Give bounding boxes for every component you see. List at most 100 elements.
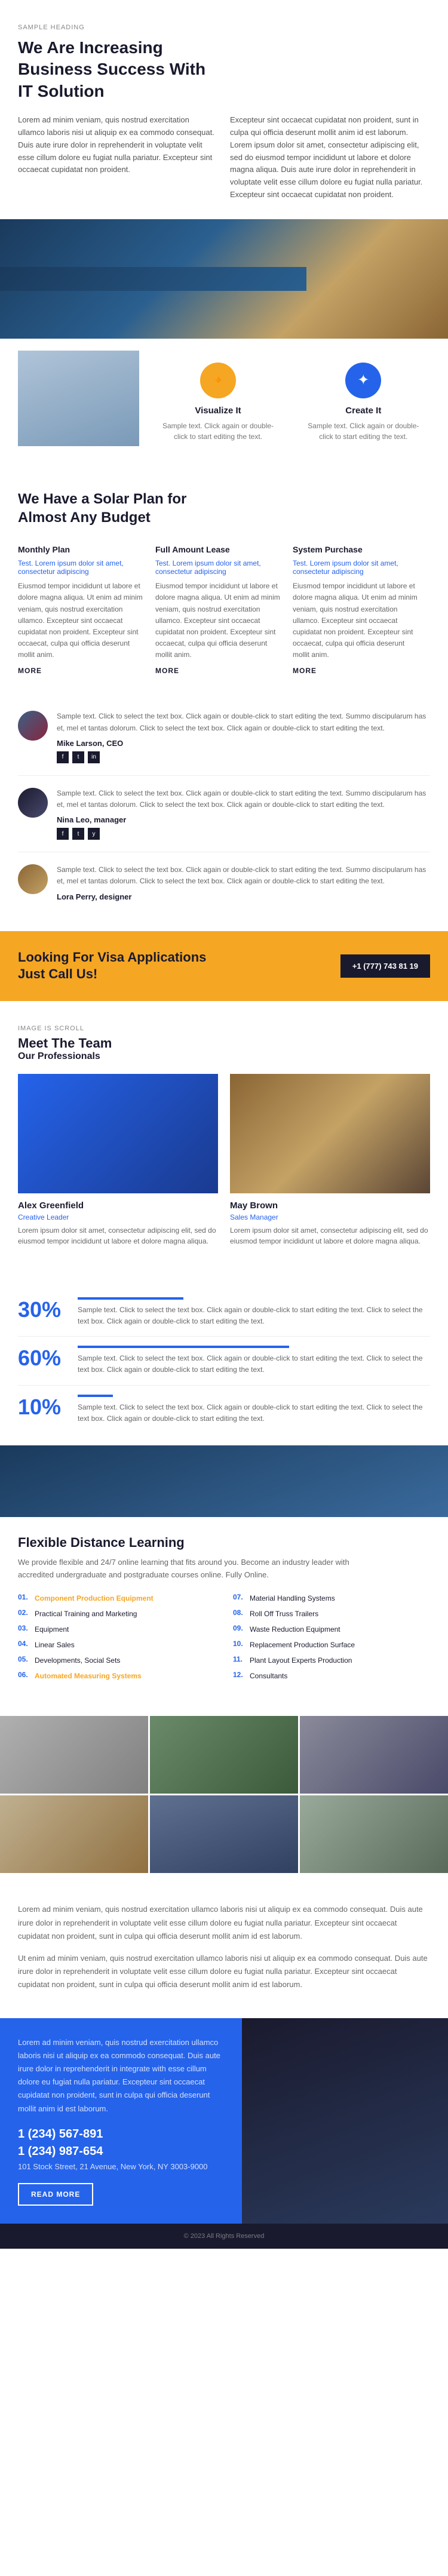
youtube-icon[interactable]: y: [88, 828, 100, 840]
course-label: Developments, Social Sets: [35, 1655, 120, 1666]
course-label: Waste Reduction Equipment: [250, 1624, 340, 1635]
distance-section: Flexible Distance Learning We provide fl…: [0, 1445, 448, 1705]
testimonial-2-author: Nina Leo, manager: [57, 815, 430, 824]
course-item: 05. Developments, Social Sets: [18, 1655, 215, 1666]
distance-intro: We provide flexible and 24/7 online lear…: [18, 1556, 376, 1582]
course-label: Material Handling Systems: [250, 1593, 335, 1604]
feature-card-visualize: 🔸 Visualize It Sample text. Click again …: [151, 351, 284, 454]
team-member-name-may: May Brown: [230, 1201, 430, 1211]
course-num: 02.: [18, 1608, 30, 1617]
avatar-lora: [18, 864, 48, 894]
course-num: 03.: [18, 1624, 30, 1632]
testimonial-2-text: Sample text. Click to select the text bo…: [57, 788, 430, 810]
cta-button[interactable]: +1 (777) 743 81 19: [340, 954, 430, 978]
plan-lease-more[interactable]: MORE: [155, 667, 281, 675]
twitter-icon[interactable]: t: [72, 751, 84, 763]
plan-monthly-desc: Eiusmod tempor incididunt ut labore et d…: [18, 581, 143, 661]
course-num: 10.: [233, 1639, 245, 1648]
course-label: Equipment: [35, 1624, 69, 1635]
testimonial-3-content: Sample text. Click to select the text bo…: [57, 864, 430, 901]
instagram-icon[interactable]: in: [88, 751, 100, 763]
course-num: 05.: [18, 1655, 30, 1663]
plan-monthly-more[interactable]: MORE: [18, 667, 143, 675]
plan-lease-subtitle: Test. Lorem ipsum dolor sit amet, consec…: [155, 559, 281, 576]
course-item: 12. Consultants: [233, 1671, 430, 1681]
course-label: Component Production Equipment: [35, 1593, 154, 1604]
plan-monthly: Monthly Plan Test. Lorem ipsum dolor sit…: [18, 545, 155, 675]
team-subtitle: Our Professionals: [18, 1051, 430, 1062]
avatar-mike: [18, 711, 48, 741]
course-col-2: 07.Material Handling Systems08.Roll Off …: [233, 1593, 430, 1686]
photo-cell-5: [150, 1795, 298, 1873]
photo-grid-section: [0, 1716, 448, 1873]
stat-bar-60: [78, 1346, 430, 1348]
plan-purchase-title: System Purchase: [293, 545, 418, 554]
team-photo-alex: [18, 1074, 218, 1193]
testimonial-2: Sample text. Click to select the text bo…: [18, 776, 430, 852]
course-item: 06.Automated Measuring Systems: [18, 1671, 215, 1681]
photo-cell-1: [0, 1716, 148, 1794]
course-label: Linear Sales: [35, 1639, 75, 1650]
facebook-icon-2[interactable]: f: [57, 828, 69, 840]
course-num: 12.: [233, 1671, 245, 1679]
course-item: 09.Waste Reduction Equipment: [233, 1624, 430, 1635]
contact-description: Lorem ad minim veniam, quis nostrud exer…: [18, 2036, 224, 2116]
read-more-button[interactable]: READ MORE: [18, 2183, 93, 2206]
testimonial-1-author: Mike Larson, CEO: [57, 739, 430, 748]
stat-row-30: 30% Sample text. Click to select the tex…: [18, 1288, 430, 1337]
twitter-icon-2[interactable]: t: [72, 828, 84, 840]
stat-bar-30: [78, 1297, 430, 1300]
contact-section: Lorem ad minim veniam, quis nostrud exer…: [0, 2018, 448, 2224]
plan-lease: Full Amount Lease Test. Lorem ipsum dolo…: [155, 545, 293, 675]
plan-purchase-more[interactable]: MORE: [293, 667, 418, 675]
person-photo: [18, 351, 139, 446]
feature-create-desc: Sample text. Click again or double-click…: [303, 420, 424, 442]
features-section: 🔸 Visualize It Sample text. Click again …: [0, 339, 448, 466]
stat-text-60: Sample text. Click to select the text bo…: [78, 1353, 430, 1375]
photo-cell-2: [150, 1716, 298, 1794]
course-item: 11. Plant Layout Experts Production: [233, 1655, 430, 1666]
course-num: 04.: [18, 1639, 30, 1648]
hero-image: [0, 219, 448, 339]
bottom-text-1: Lorem ad minim veniam, quis nostrud exer…: [18, 1903, 430, 1942]
team-photo-may: [230, 1074, 430, 1193]
course-num: 11.: [233, 1655, 245, 1663]
hero-left-text: Lorem ad minim veniam, quis nostrud exer…: [18, 114, 218, 176]
team-card-alex: Alex Greenfield Creative Leader Lorem ip…: [18, 1074, 218, 1246]
team-member-role-may: Sales Manager: [230, 1213, 430, 1221]
course-item: 10.Replacement Production Surface: [233, 1639, 430, 1650]
course-label: Consultants: [250, 1671, 287, 1681]
team-section: IMAGE IS SCROLL Meet The Team Our Profes…: [0, 1001, 448, 1276]
testimonial-1-content: Sample text. Click to select the text bo…: [57, 711, 430, 763]
stat-row-10: 10% Sample text. Click to select the tex…: [18, 1386, 430, 1433]
plan-purchase: System Purchase Test. Lorem ipsum dolor …: [293, 545, 430, 675]
plan-lease-desc: Eiusmod tempor incididunt ut labore et d…: [155, 581, 281, 661]
hero-right-text: Excepteur sint occaecat cupidatat non pr…: [230, 114, 430, 201]
photo-cell-6: [300, 1795, 448, 1873]
footer-text: © 2023 All Rights Reserved: [184, 2233, 265, 2240]
course-item: 02.Practical Training and Marketing: [18, 1608, 215, 1619]
course-label: Automated Measuring Systems: [35, 1671, 142, 1681]
plan-purchase-desc: Eiusmod tempor incididunt ut labore et d…: [293, 581, 418, 661]
footer: © 2023 All Rights Reserved: [0, 2224, 448, 2249]
course-col-1: 01.Component Production Equipment 02.Prac…: [18, 1593, 215, 1686]
course-label: Plant Layout Experts Production: [250, 1655, 352, 1666]
team-title: Meet The Team: [18, 1036, 430, 1051]
plan-purchase-subtitle: Test. Lorem ipsum dolor sit amet, consec…: [293, 559, 418, 576]
bottom-text-2: Ut enim ad minim veniam, quis nostrud ex…: [18, 1952, 430, 1991]
stat-bar-10: [78, 1395, 430, 1397]
facebook-icon[interactable]: f: [57, 751, 69, 763]
course-item: 04. Linear Sales: [18, 1639, 215, 1650]
course-item: 01.Component Production Equipment: [18, 1593, 215, 1604]
stats-section: 30% Sample text. Click to select the tex…: [0, 1276, 448, 1445]
plan-lease-title: Full Amount Lease: [155, 545, 281, 554]
team-member-name-alex: Alex Greenfield: [18, 1201, 218, 1211]
team-member-role-alex: Creative Leader: [18, 1213, 218, 1221]
team-card-may: May Brown Sales Manager Lorem ipsum dolo…: [230, 1074, 430, 1246]
team-tag: IMAGE IS SCROLL: [18, 1025, 430, 1032]
avatar-nina: [18, 788, 48, 818]
course-item: 08.Roll Off Truss Trailers: [233, 1608, 430, 1619]
create-icon: ✦: [345, 363, 381, 398]
stat-percent-60: 60%: [18, 1346, 66, 1371]
stat-percent-30: 30%: [18, 1297, 66, 1322]
